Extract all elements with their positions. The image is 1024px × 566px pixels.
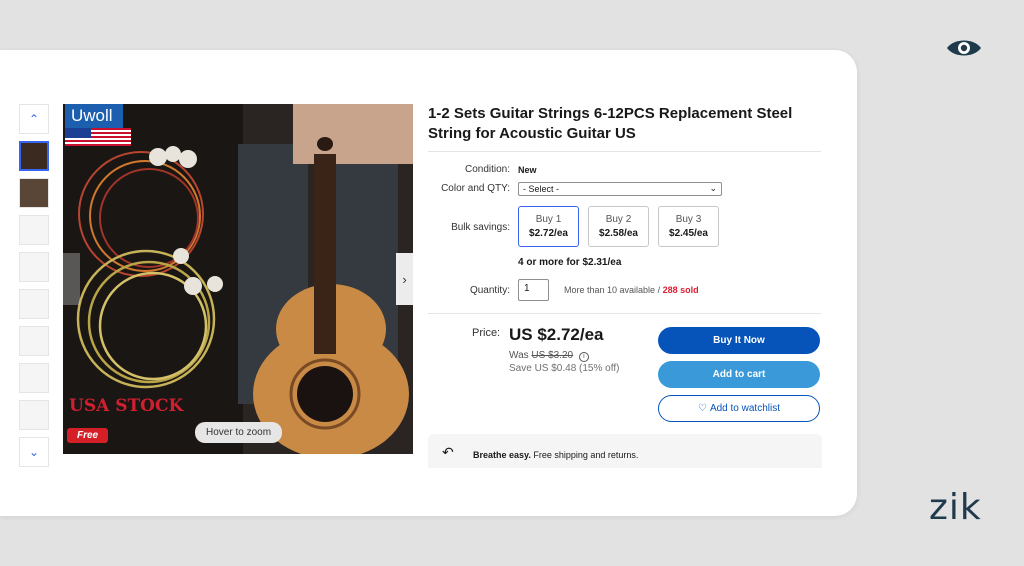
bulk-savings-label: Bulk savings:: [451, 222, 510, 233]
variant-select[interactable]: - Select - ⌄: [518, 182, 722, 196]
chevron-up-icon: ⌃: [28, 112, 40, 126]
bulk-option-price: $2.72/ea: [529, 228, 568, 239]
available-count: More than 10 available: [564, 285, 656, 295]
chevron-down-icon: ⌄: [28, 445, 40, 459]
savings-text: Save US $0.48 (15% off): [509, 363, 620, 374]
shipping-bold: Breathe easy.: [473, 450, 531, 460]
bulk-option-price: $2.45/ea: [669, 228, 708, 239]
brand-logo: zik: [929, 487, 982, 528]
thumbnail-1[interactable]: [19, 141, 49, 171]
thumb-down-button[interactable]: ⌄: [19, 437, 49, 467]
bulk-option-name: Buy 2: [605, 214, 632, 225]
bulk-option-name: Buy 3: [675, 214, 702, 225]
was-label: Was: [509, 350, 529, 361]
watchlist-label: Add to watchlist: [709, 403, 780, 414]
bulk-more-text: 4 or more for $2.31/ea: [518, 257, 622, 268]
thumbnail-5[interactable]: [19, 289, 49, 319]
image-brand-label: Uwoll: [65, 104, 123, 128]
condition-label: Condition:: [464, 164, 510, 175]
us-flag-icon: [65, 128, 131, 146]
availability-separator: /: [655, 285, 663, 295]
bulk-option-3[interactable]: Buy 3 $2.45/ea: [658, 206, 719, 247]
buy-it-now-button[interactable]: Buy It Now: [658, 327, 820, 354]
bulk-option-2[interactable]: Buy 2 $2.58/ea: [588, 206, 649, 247]
thumbnail-3[interactable]: [19, 215, 49, 245]
divider: [428, 151, 821, 152]
price-value: US $2.72/ea: [509, 325, 604, 344]
variant-select-value: - Select -: [523, 184, 560, 194]
shipping-banner: ↶ Breathe easy. Free shipping and return…: [428, 434, 822, 468]
next-image-button[interactable]: ›: [396, 253, 413, 305]
price-label: Price:: [472, 327, 501, 339]
availability-text: More than 10 available / 288 sold: [564, 285, 699, 295]
thumbnail-8[interactable]: [19, 400, 49, 430]
add-to-watchlist-button[interactable]: ♡ Add to watchlist: [658, 395, 820, 422]
chevron-right-icon: ›: [402, 271, 407, 287]
was-price: Was US $3.20 i: [509, 350, 589, 362]
chevron-down-icon: ⌄: [709, 183, 717, 193]
thumbnail-6[interactable]: [19, 326, 49, 356]
product-title: 1-2 Sets Guitar Strings 6-12PCS Replacem…: [428, 105, 793, 142]
heart-icon: ♡: [697, 403, 707, 414]
sold-count: 288 sold: [662, 285, 699, 295]
condition-value: New: [518, 165, 537, 175]
thumbnail-2[interactable]: [19, 178, 49, 208]
image-stock-label: USA STOCK: [69, 396, 184, 416]
thumb-up-button[interactable]: ⌃: [19, 104, 49, 134]
quantity-input[interactable]: 1: [518, 279, 549, 301]
thumbnail-4[interactable]: [19, 252, 49, 282]
eye-icon: [947, 40, 981, 56]
image-free-label: Free: [67, 428, 109, 443]
bulk-option-1[interactable]: Buy 1 $2.72/ea: [518, 206, 579, 247]
add-to-cart-button[interactable]: Add to cart: [658, 361, 820, 388]
main-product-image[interactable]: Uwoll USA STOCK Free Hover to zoom ›: [63, 104, 413, 454]
divider: [428, 313, 821, 314]
hover-to-zoom-hint: Hover to zoom: [195, 422, 283, 443]
info-icon[interactable]: i: [578, 352, 589, 362]
was-price-value: US $3.20: [531, 350, 574, 361]
shipping-text: Breathe easy. Free shipping and returns.: [473, 450, 638, 460]
bulk-option-price: $2.58/ea: [599, 228, 638, 239]
prev-image-button[interactable]: [63, 253, 80, 305]
thumbnail-7[interactable]: [19, 363, 49, 393]
bulk-option-name: Buy 1: [535, 214, 562, 225]
variant-label: Color and QTY:: [441, 183, 510, 194]
return-arrow-icon: ↶: [442, 444, 454, 460]
quantity-label: Quantity:: [469, 285, 510, 296]
shipping-detail: Free shipping and returns.: [530, 450, 639, 460]
thumbnail-strip: ⌃ ⌄: [19, 104, 51, 474]
